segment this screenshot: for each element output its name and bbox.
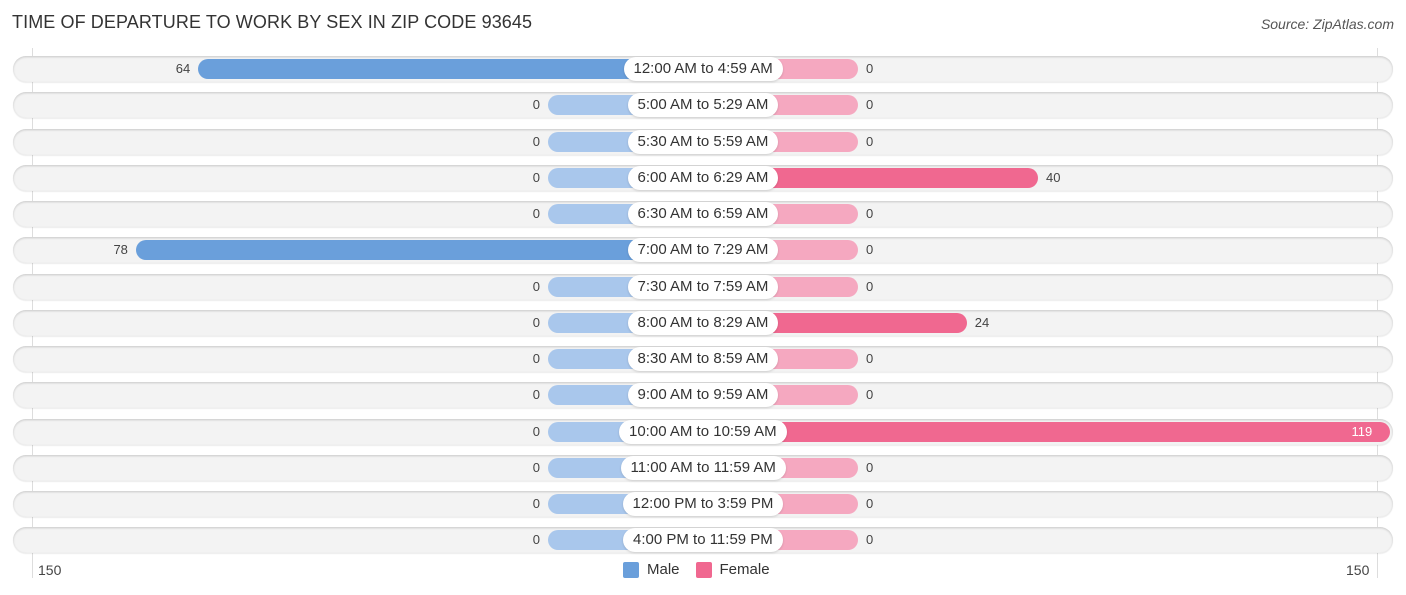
value-label-male: 0 xyxy=(532,314,540,330)
value-label-female: 0 xyxy=(866,61,874,76)
legend-swatch-female xyxy=(695,561,712,578)
value-label-male: 0 xyxy=(532,278,540,294)
value-label-female: 0 xyxy=(866,206,874,221)
legend-swatch-male xyxy=(623,561,639,578)
category-label: 6:00 AM to 6:29 AM xyxy=(627,165,779,190)
category-label: 6:30 AM to 6:59 AM xyxy=(627,202,779,226)
value-label-female: 0 xyxy=(866,351,874,366)
value-label-male: 78 xyxy=(113,242,128,258)
chart-title: TIME OF DEPARTURE TO WORK BY SEX IN ZIP … xyxy=(12,12,533,32)
value-label-female: 40 xyxy=(1046,169,1061,185)
category-label: 12:00 AM to 4:59 AM xyxy=(623,57,783,81)
value-label-male: 0 xyxy=(532,459,540,475)
category-label: 5:00 AM to 5:29 AM xyxy=(627,93,779,118)
legend-label-male: Male xyxy=(647,561,680,578)
value-label-male: 0 xyxy=(532,532,540,548)
value-label-female: 119 xyxy=(1351,423,1373,439)
value-label-female: 0 xyxy=(866,459,874,475)
value-label-female: 0 xyxy=(866,496,874,511)
legend: Male Female xyxy=(623,561,770,578)
value-label-male: 0 xyxy=(532,423,540,439)
value-label-male: 0 xyxy=(532,97,540,113)
legend-label-female: Female xyxy=(719,561,770,578)
value-label-male: 0 xyxy=(532,387,540,403)
value-label-female: 0 xyxy=(866,387,874,403)
value-label-male: 0 xyxy=(532,206,540,221)
category-label: 11:00 AM to 11:59 AM xyxy=(620,455,786,480)
value-label-female: 0 xyxy=(866,133,874,149)
value-label-female: 0 xyxy=(866,242,874,258)
value-label-male: 0 xyxy=(532,496,540,511)
category-label: 12:00 PM to 3:59 PM xyxy=(622,492,784,516)
category-label: 4:00 PM to 11:59 PM xyxy=(623,528,783,553)
category-label: 8:30 AM to 8:59 AM xyxy=(627,347,779,371)
category-label: 7:30 AM to 7:59 AM xyxy=(627,274,779,299)
value-label-male: 0 xyxy=(532,133,540,149)
value-label-male: 0 xyxy=(532,351,540,366)
chart-container: TIME OF DEPARTURE TO WORK BY SEX IN ZIP … xyxy=(0,0,1406,595)
value-label-female: 0 xyxy=(866,97,874,113)
value-label-female: 0 xyxy=(866,532,874,548)
category-label: 5:30 AM to 5:59 AM xyxy=(627,129,779,154)
bar-male xyxy=(135,240,703,261)
value-label-male: 0 xyxy=(532,169,540,185)
category-label: 9:00 AM to 9:59 AM xyxy=(627,383,779,408)
value-label-female: 0 xyxy=(866,278,874,294)
value-label-female: 24 xyxy=(974,314,990,330)
axis-left-label: 150 xyxy=(38,562,62,578)
value-label-male: 64 xyxy=(175,61,191,76)
bar-female xyxy=(703,421,1390,442)
axis-right-label: 150 xyxy=(1346,562,1370,578)
category-label: 7:00 AM to 7:29 AM xyxy=(627,238,779,263)
category-label: 10:00 AM to 10:59 AM xyxy=(619,419,787,444)
category-label: 8:00 AM to 8:29 AM xyxy=(627,310,779,335)
chart-source: Source: ZipAtlas.com xyxy=(1260,16,1394,32)
